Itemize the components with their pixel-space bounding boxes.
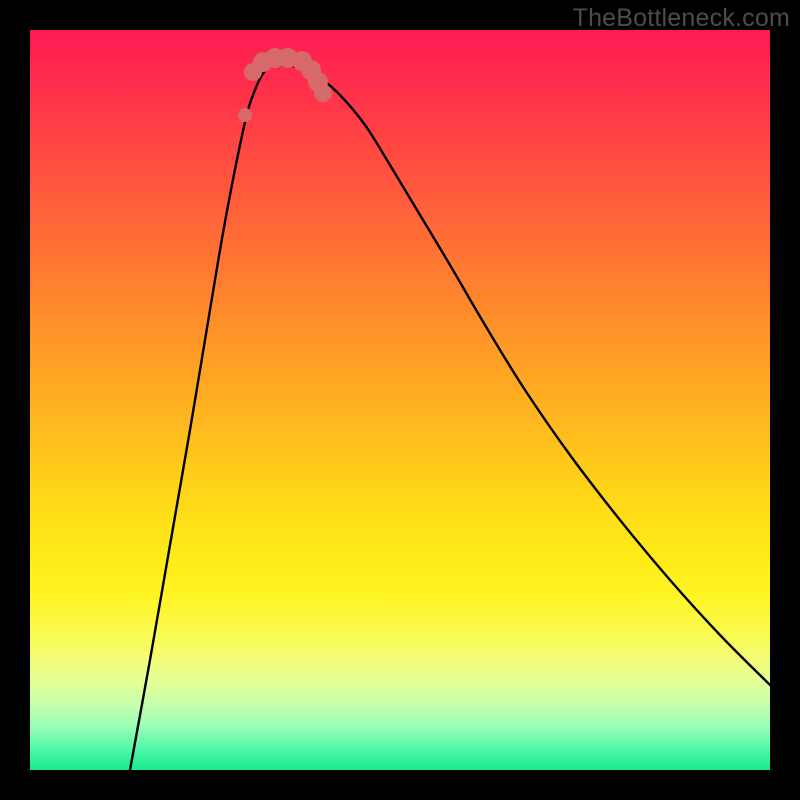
chart-svg [30, 30, 770, 770]
curve-marker-dot [314, 84, 332, 102]
curve-line [130, 65, 770, 770]
watermark-text: TheBottleneck.com [573, 4, 790, 33]
curve-markers [238, 48, 332, 122]
curve-marker-dot [238, 108, 252, 122]
chart-plot-area [30, 30, 770, 770]
